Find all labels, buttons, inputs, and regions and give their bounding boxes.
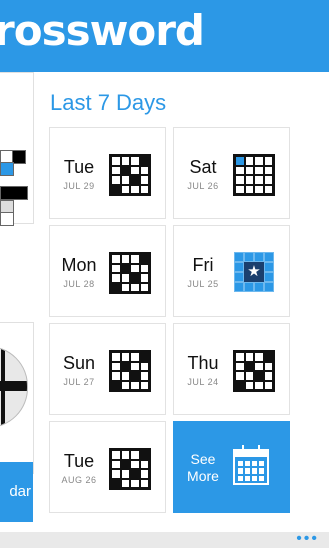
puzzle-tile-sun-jul27[interactable]: Sun JUL 27 — [49, 323, 166, 415]
app-title: rossword — [0, 6, 205, 55]
tile-day: Thu — [187, 353, 219, 373]
see-more-button[interactable]: See More — [173, 421, 290, 513]
previous-panorama-section[interactable]: dar — [0, 72, 40, 532]
puzzle-tile-tue-jul29[interactable]: Tue JUL 29 — [49, 127, 166, 219]
tile-day: Mon — [61, 255, 97, 275]
tile-day: Tue — [63, 157, 95, 177]
crossword-grid-icon — [109, 350, 151, 392]
left-crossword-thumbnail — [0, 150, 28, 242]
star-icon: ★ — [244, 262, 264, 282]
tile-date: JUL 29 — [63, 181, 95, 191]
crossword-grid-icon — [109, 154, 151, 196]
tile-day: Tue — [63, 451, 95, 471]
tile-date: JUL 28 — [63, 279, 95, 289]
puzzle-tile-fri-jul25[interactable]: Fri JUL 25 ★ — [173, 225, 290, 317]
more-options-icon[interactable]: ••• — [296, 531, 319, 548]
puzzle-tile-sat-jul26[interactable]: Sat JUL 26 — [173, 127, 290, 219]
puzzle-tile-thu-jul24[interactable]: Thu JUL 24 — [173, 323, 290, 415]
crossword-grid-icon — [109, 448, 151, 490]
calendar-button[interactable]: dar — [0, 462, 33, 522]
section-title: Last 7 Days — [50, 90, 167, 115]
app-header: rossword — [0, 0, 329, 72]
tile-date: JUL 25 — [187, 279, 219, 289]
app-bar: ••• — [0, 531, 329, 548]
crossword-grid-icon — [109, 252, 151, 294]
tile-date: AUG 26 — [61, 475, 97, 485]
tile-day: Fri — [192, 255, 214, 275]
calendar-button-label: dar — [9, 483, 31, 500]
tile-date: JUL 27 — [63, 377, 95, 387]
crossword-grid-icon — [233, 154, 275, 196]
puzzle-tile-mon-jul28[interactable]: Mon JUL 28 — [49, 225, 166, 317]
crossword-grid-icon — [233, 350, 275, 392]
see-more-label: See More — [187, 451, 219, 484]
tile-date: JUL 26 — [187, 181, 219, 191]
tile-day: Sat — [189, 157, 217, 177]
tile-day: Sun — [62, 353, 96, 373]
calendar-icon — [233, 445, 269, 485]
puzzle-tile-tue-aug26[interactable]: Tue AUG 26 — [49, 421, 166, 513]
tile-date: JUL 24 — [187, 377, 219, 387]
